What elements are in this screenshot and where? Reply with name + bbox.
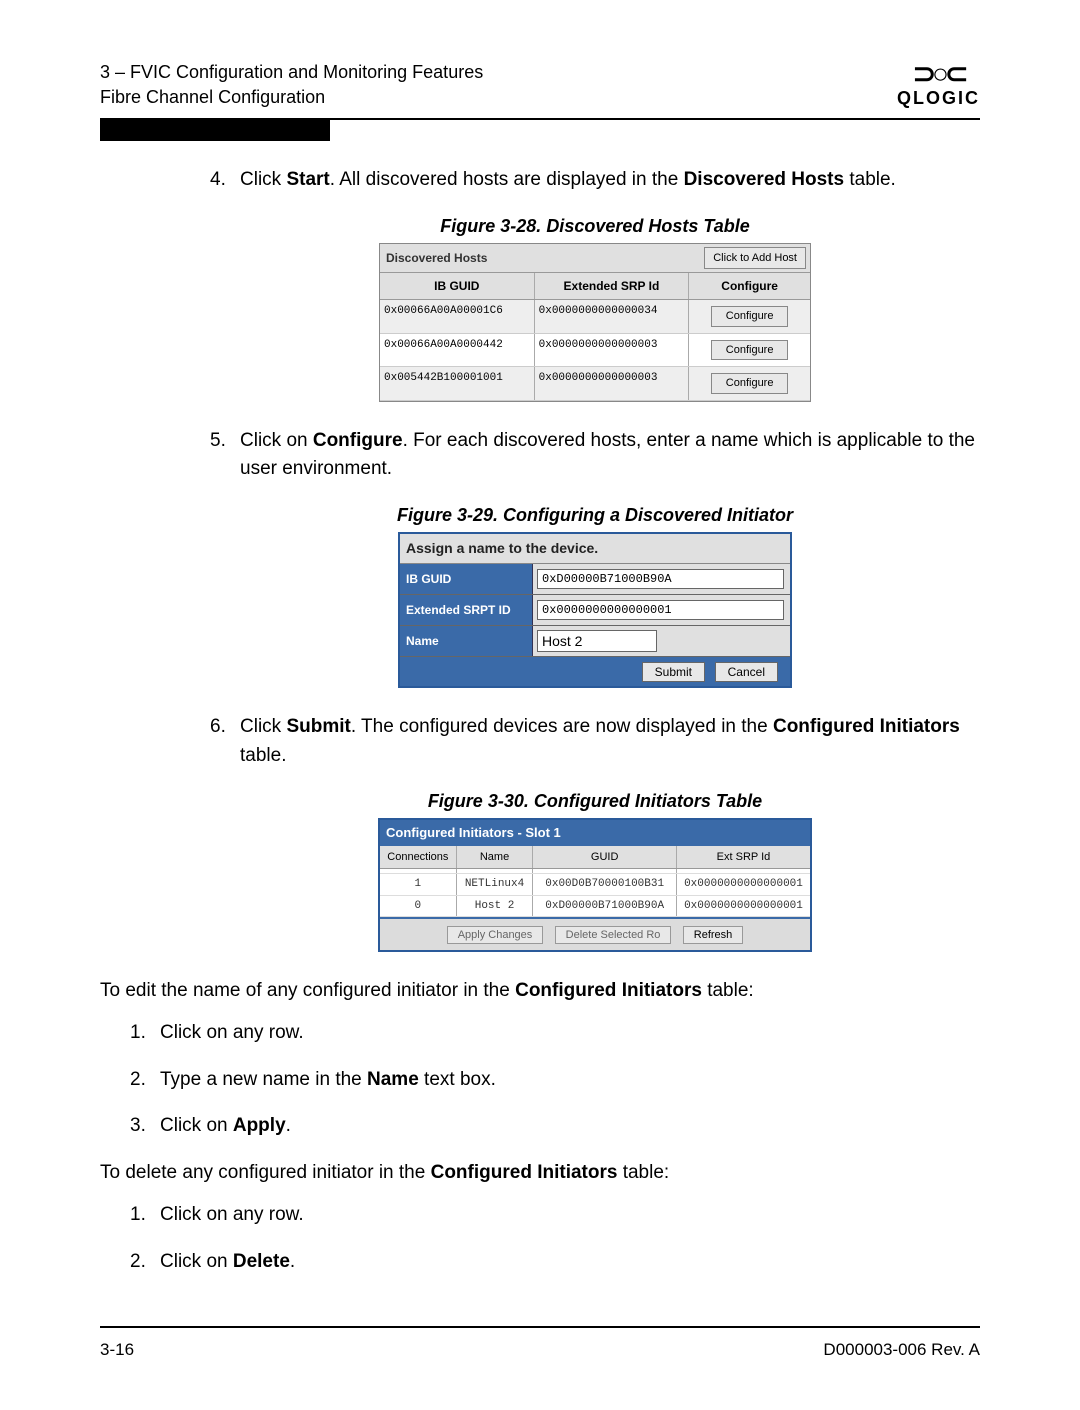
ci-col-guid: GUID [533,846,677,869]
dh-col-guid: IB GUID [380,273,535,299]
dh-row: 0x005442B100001001 0x0000000000000003 Co… [380,367,810,401]
logo-icon: ⊃○⊂ [897,60,980,88]
header-line2: Fibre Channel Configuration [100,85,483,110]
configure-button[interactable]: Configure [711,373,789,394]
ci-title: Configured Initiators - Slot 1 [380,820,810,846]
submit-button[interactable]: Submit [642,662,705,682]
figure-3-29-caption: Figure 3-29. Configuring a Discovered In… [210,502,980,529]
delete-step-2: 2.Click on Delete. [130,1248,980,1277]
discovered-hosts-table: Discovered Hosts Click to Add Host IB GU… [379,243,811,402]
assign-label-name: Name [400,626,533,656]
edit-step-1: 1.Click on any row. [130,1019,980,1048]
page-number: 3-16 [100,1340,134,1360]
header-redaction-bar [100,119,330,141]
doc-revision: D000003-006 Rev. A [823,1340,980,1360]
logo-text: QLOGIC [897,88,980,108]
step-6: 6. Click Submit. The configured devices … [210,713,980,770]
cancel-button[interactable]: Cancel [715,662,778,682]
configured-initiators-table: Configured Initiators - Slot 1 Connectio… [378,818,812,952]
add-host-button[interactable]: Click to Add Host [704,247,806,270]
ci-col-name: Name [457,846,534,869]
edit-step-3: 3.Click on Apply. [130,1112,980,1141]
dh-col-srp: Extended SRP Id [535,273,690,299]
dh-title: Discovered Hosts [380,245,493,271]
configure-button[interactable]: Configure [711,306,789,327]
qlogic-logo: ⊃○⊂ QLOGIC [897,60,980,109]
assign-name-dialog: Assign a name to the device. IB GUID Ext… [398,532,792,689]
dh-row: 0x00066A00A0000442 0x0000000000000003 Co… [380,334,810,368]
configure-button[interactable]: Configure [711,340,789,361]
page-header: 3 – FVIC Configuration and Monitoring Fe… [100,60,980,120]
page-footer: 3-16 D000003-006 Rev. A [100,1326,980,1360]
assign-title: Assign a name to the device. [400,534,790,564]
apply-changes-button[interactable]: Apply Changes [447,926,544,944]
delete-step-1: 1.Click on any row. [130,1201,980,1230]
refresh-button[interactable]: Refresh [683,926,744,944]
assign-label-guid: IB GUID [400,564,533,594]
ib-guid-input[interactable] [537,569,784,589]
figure-3-30-caption: Figure 3-30. Configured Initiators Table [210,788,980,815]
edit-step-2: 2.Type a new name in the Name text box. [130,1066,980,1095]
ci-row[interactable]: 1 NETLinux4 0x00D0B70000100B31 0x0000000… [380,874,810,896]
delete-intro: To delete any configured initiator in th… [100,1159,980,1188]
delete-selected-button[interactable]: Delete Selected Ro [555,926,672,944]
step-5: 5. Click on Configure. For each discover… [210,427,980,484]
step-4: 4. Click Start. All discovered hosts are… [210,166,980,195]
dh-row: 0x00066A00A00001C6 0x0000000000000034 Co… [380,300,810,334]
ext-srpt-input[interactable] [537,600,784,620]
edit-intro: To edit the name of any configured initi… [100,977,980,1006]
figure-3-28-caption: Figure 3-28. Discovered Hosts Table [210,213,980,240]
ci-col-connections: Connections [380,846,457,869]
dh-col-configure: Configure [689,273,810,299]
assign-label-srpt: Extended SRPT ID [400,595,533,625]
name-input[interactable] [537,630,657,652]
ci-col-srp: Ext SRP Id [677,846,810,869]
header-line1: 3 – FVIC Configuration and Monitoring Fe… [100,60,483,85]
ci-row[interactable]: 0 Host 2 0xD00000B71000B90A 0x0000000000… [380,896,810,918]
